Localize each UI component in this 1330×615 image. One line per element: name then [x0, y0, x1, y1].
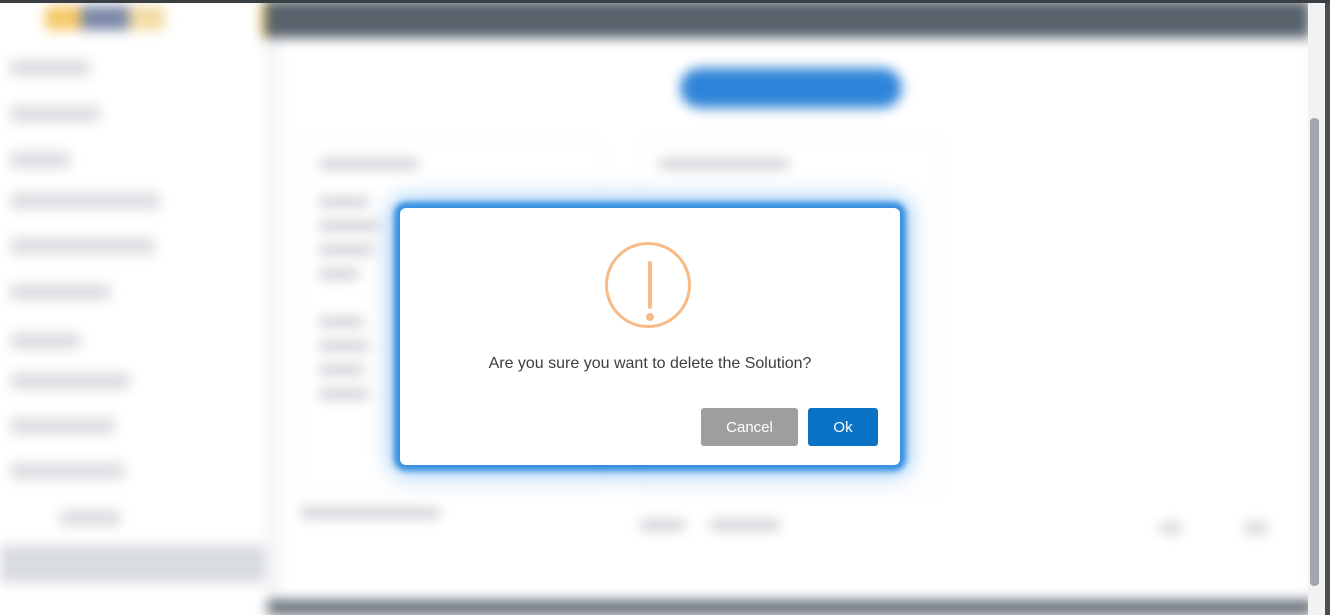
dialog-message: Are you sure you want to delete the Solu… — [488, 355, 812, 372]
exclamation-dot — [646, 313, 654, 321]
ok-button[interactable]: Ok — [808, 408, 878, 446]
warning-exclamation-icon — [605, 242, 691, 328]
exclamation-line — [648, 261, 652, 309]
delete-confirmation-dialog: Are you sure you want to delete the Solu… — [400, 208, 900, 465]
cancel-button[interactable]: Cancel — [701, 408, 798, 446]
